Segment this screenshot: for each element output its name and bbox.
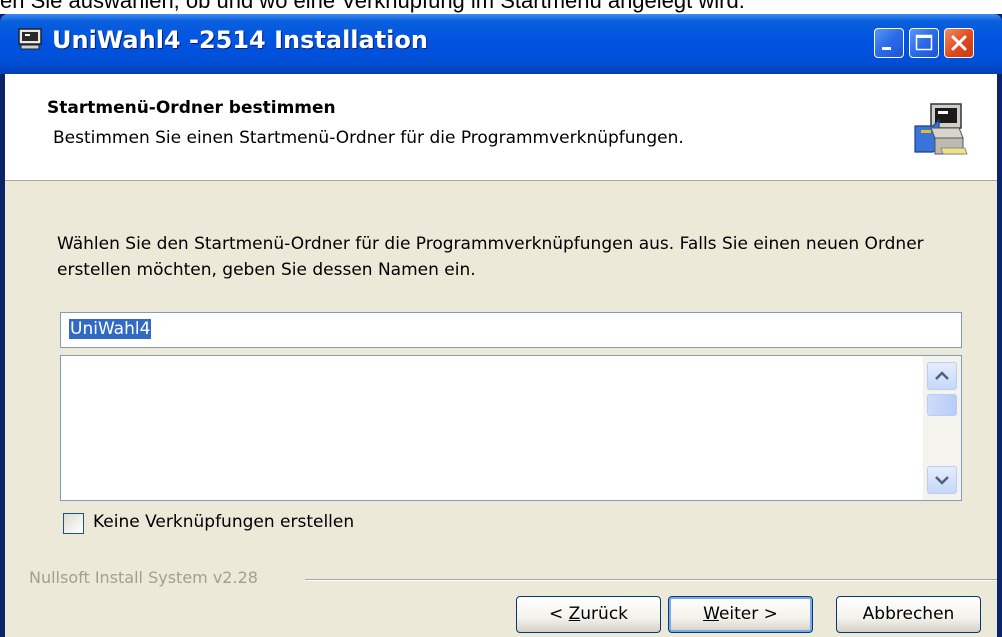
next-button[interactable]: Weiter > [668,596,813,633]
minimize-button[interactable] [874,28,904,58]
close-button[interactable] [944,28,974,58]
maximize-button[interactable] [909,28,939,58]
start-menu-folder-list[interactable] [60,355,962,501]
back-mnemonic: Z [568,604,581,624]
page-subtitle: Bestimmen Sie einen Startmenü-Ordner für… [53,128,684,148]
back-prefix: < [548,604,569,624]
scroll-thumb[interactable] [927,394,957,416]
page-title: Startmenü-Ordner bestimmen [47,98,336,118]
next-mnemonic: W [703,604,719,624]
back-label: urück [580,604,629,624]
title-bar[interactable]: UniWahl4 -2514 Installation [0,14,1002,74]
next-label: eiter > [718,604,778,624]
installer-window: UniWahl4 -2514 Installation Startmenü-Or… [0,14,1002,637]
folder-list-scrollbar[interactable] [923,356,961,500]
cancel-button[interactable]: Abbrechen [836,596,981,633]
branding-line: Nullsoft Install System v2.28 [5,568,997,590]
scroll-up-button[interactable] [927,362,957,390]
no-shortcuts-checkbox[interactable] [63,513,84,534]
close-icon [951,35,967,51]
back-button[interactable]: < Zurück [516,596,661,633]
minimize-icon [882,47,891,50]
instructions-text: Wählen Sie den Startmenü-Ordner für die … [57,234,924,280]
no-shortcuts-label[interactable]: Keine Verknüpfungen erstellen [93,512,354,532]
maximize-icon [915,34,933,51]
app-icon [18,28,42,50]
dialog-body: Startmenü-Ordner bestimmen Bestimmen Sie… [5,74,997,637]
separator [305,579,997,581]
scroll-down-button[interactable] [927,466,957,494]
window-title: UniWahl4 -2514 Installation [52,26,428,54]
start-menu-folder-input[interactable]: UniWahl4 [60,312,962,348]
folder-name-value: UniWahl4 [69,319,152,339]
branding-text: Nullsoft Install System v2.28 [29,568,258,587]
chevron-up-icon [935,371,949,380]
header-panel: Startmenü-Ordner bestimmen Bestimmen Sie… [5,74,997,181]
installer-computer-icon [913,102,969,158]
chevron-down-icon [935,476,949,485]
